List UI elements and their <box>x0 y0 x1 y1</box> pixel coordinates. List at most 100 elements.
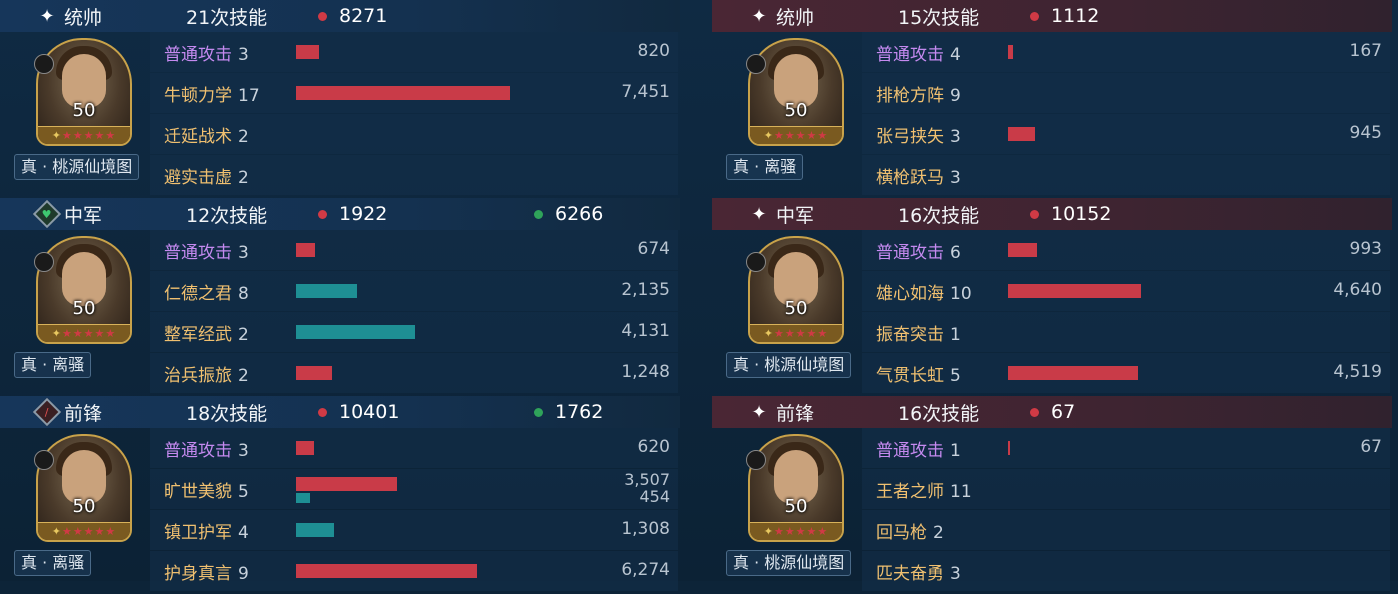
skill-list: 普通攻击 1 67 王者之师 11 回马枪 2 匹夫奋勇 3 <box>862 428 1390 592</box>
skill-list: 普通攻击 3 674 仁德之君 8 2,135 整军经武 2 4,131 治兵振旅 2 1,248 <box>150 230 678 394</box>
skill-cast-count: 4 <box>238 523 249 543</box>
skill-name[interactable]: 气贯长虹 5 <box>876 361 961 386</box>
skill-name[interactable]: 仁德之君 8 <box>164 279 249 304</box>
skill-name[interactable]: 普通攻击 4 <box>876 40 961 65</box>
general-body: 50 ✦★★★★★ 真 · 离骚 普通攻击 4 167 排枪方阵 9 张弓挟矢 3 945 横枪跃马 3 <box>712 32 1392 198</box>
skill-value: 167 <box>1349 41 1382 61</box>
skill-name[interactable]: 护身真言 9 <box>164 559 249 584</box>
heal-bar <box>296 523 334 537</box>
skill-name[interactable]: 避实击虚 2 <box>164 163 249 188</box>
equipment-tag[interactable]: 真 · 离骚 <box>14 550 92 576</box>
general-body: 50 ✦★★★★★ 真 · 桃源仙境图 普通攻击 6 993 雄心如海 10 4,640 振奋突击… <box>712 230 1392 396</box>
skill-name[interactable]: 普通攻击 3 <box>164 436 249 461</box>
damage-bar <box>296 366 332 380</box>
general-portrait: 50 ✦★★★★★ <box>748 434 844 542</box>
skill-name[interactable]: 整军经武 2 <box>164 320 249 345</box>
heart-glyph: ♥ <box>42 207 52 221</box>
heal-dot-icon <box>534 209 543 219</box>
skill-row: 普通攻击 3 674 <box>150 230 678 270</box>
general-portrait-card[interactable]: 50 ✦★★★★★ <box>34 236 132 346</box>
skill-row: 普通攻击 4 167 <box>862 32 1390 72</box>
skill-name[interactable]: 匹夫奋勇 3 <box>876 559 961 584</box>
star-rating: ✦★★★★★ <box>38 126 130 144</box>
skill-name[interactable]: 普通攻击 6 <box>876 238 961 263</box>
skill-name[interactable]: 牛顿力学 17 <box>164 81 260 106</box>
skill-value: 7,451 <box>621 82 670 102</box>
skill-value: 620 <box>637 437 670 457</box>
skill-name[interactable]: 旷世美貌 5 <box>164 477 249 502</box>
skill-row: 仁德之君 8 2,135 <box>150 271 678 311</box>
skill-name[interactable]: 迁延战术 2 <box>164 122 249 147</box>
damage-bar <box>1008 441 1010 455</box>
skill-name[interactable]: 普通攻击 1 <box>876 436 961 461</box>
damage-value: 1112 <box>1051 5 1100 27</box>
general-portrait-card[interactable]: 50 ✦★★★★★ <box>746 236 844 346</box>
skill-row: 旷世美貌 5 3,507 454 <box>150 469 678 509</box>
heal-value: 1762 <box>555 401 604 423</box>
skill-name-text: 普通攻击 <box>164 45 232 65</box>
general-portrait: 50 ✦★★★★★ <box>748 236 844 344</box>
skill-name-text: 旷世美貌 <box>164 482 232 502</box>
skill-cast-count: 3 <box>950 564 961 584</box>
damage-bar <box>296 45 320 59</box>
damage-value: 10401 <box>339 401 400 423</box>
skill-value: 993 <box>1349 239 1382 259</box>
skill-list: 普通攻击 6 993 雄心如海 10 4,640 振奋突击 1 气贯长虹 5 4,519 <box>862 230 1390 394</box>
damage-dot-icon <box>318 209 327 219</box>
skill-value: 4,519 <box>1333 362 1382 382</box>
equipment-tag[interactable]: 真 · 桃源仙境图 <box>726 352 852 378</box>
skill-value: 945 <box>1349 123 1382 143</box>
general-body: 50 ✦★★★★★ 真 · 桃源仙境图 普通攻击 1 67 王者之师 11 回马枪 2 匹夫奋勇 3 <box>712 428 1392 594</box>
skill-name-text: 回马枪 <box>876 523 927 543</box>
skill-row: 整军经武 2 4,131 <box>150 312 678 352</box>
skill-row: 普通攻击 6 993 <box>862 230 1390 270</box>
general-portrait-card[interactable]: 50 ✦★★★★★ <box>746 434 844 544</box>
general-portrait-card[interactable]: 50 ✦★★★★★ <box>746 38 844 148</box>
skill-row: 雄心如海 10 4,640 <box>862 271 1390 311</box>
skill-cast-count: 2 <box>238 168 249 188</box>
diamond-frame: / <box>32 397 62 427</box>
general-portrait-card[interactable]: 50 ✦★★★★★ <box>34 38 132 148</box>
skill-value: 4,640 <box>1333 280 1382 300</box>
skill-cast-count: 6 <box>950 243 961 263</box>
damage-bar <box>296 477 397 491</box>
skill-cast-count: 2 <box>238 325 249 345</box>
skill-name[interactable]: 横枪跃马 3 <box>876 163 961 188</box>
skill-name-text: 牛顿力学 <box>164 86 232 106</box>
heal-total: 6266 <box>534 203 603 225</box>
skill-name[interactable]: 普通攻击 3 <box>164 238 249 263</box>
skill-name[interactable]: 张弓挟矢 3 <box>876 122 961 147</box>
ally-team-column: ✦ 统帅 21次技能 8271 50 ✦★★★★★ 真 · 桃源仙境图 普通攻击 3 820 牛顿力… <box>0 0 680 591</box>
damage-value: 10152 <box>1051 203 1112 225</box>
general-level: 50 <box>784 496 808 517</box>
skill-value: 6,274 <box>621 560 670 580</box>
star-icon: ✦ <box>39 5 55 27</box>
equipment-tag[interactable]: 真 · 离骚 <box>726 154 804 180</box>
general-portrait-card[interactable]: 50 ✦★★★★★ <box>34 434 132 544</box>
skill-name-text: 横枪跃马 <box>876 168 944 188</box>
skill-values: 3,507 454 <box>624 471 670 505</box>
skill-name[interactable]: 回马枪 2 <box>876 518 944 543</box>
damage-dot-icon <box>1030 407 1039 417</box>
skill-name-text: 仁德之君 <box>164 284 232 304</box>
damage-total: 1112 <box>1030 5 1099 27</box>
equipment-tag[interactable]: 真 · 桃源仙境图 <box>726 550 852 576</box>
skill-name-text: 普通攻击 <box>876 243 944 263</box>
skill-name[interactable]: 排枪方阵 9 <box>876 81 961 106</box>
equipment-tag[interactable]: 真 · 桃源仙境图 <box>14 154 140 180</box>
general-level: 50 <box>72 496 96 517</box>
skill-cast-count: 1 <box>950 441 961 461</box>
skill-value: 820 <box>637 41 670 61</box>
skill-name[interactable]: 镇卫护军 4 <box>164 518 249 543</box>
skill-damage-value: 3,507 <box>624 470 670 489</box>
skill-name[interactable]: 治兵振旅 2 <box>164 361 249 386</box>
skill-name[interactable]: 王者之师 11 <box>876 477 972 502</box>
skill-cast-count: 10 <box>950 284 972 304</box>
skill-name-text: 雄心如海 <box>876 284 944 304</box>
skill-row: 排枪方阵 9 <box>862 73 1390 113</box>
equipment-tag[interactable]: 真 · 离骚 <box>14 352 92 378</box>
skill-name-text: 普通攻击 <box>164 441 232 461</box>
skill-name[interactable]: 普通攻击 3 <box>164 40 249 65</box>
skill-name[interactable]: 雄心如海 10 <box>876 279 972 304</box>
skill-name[interactable]: 振奋突击 1 <box>876 320 961 345</box>
